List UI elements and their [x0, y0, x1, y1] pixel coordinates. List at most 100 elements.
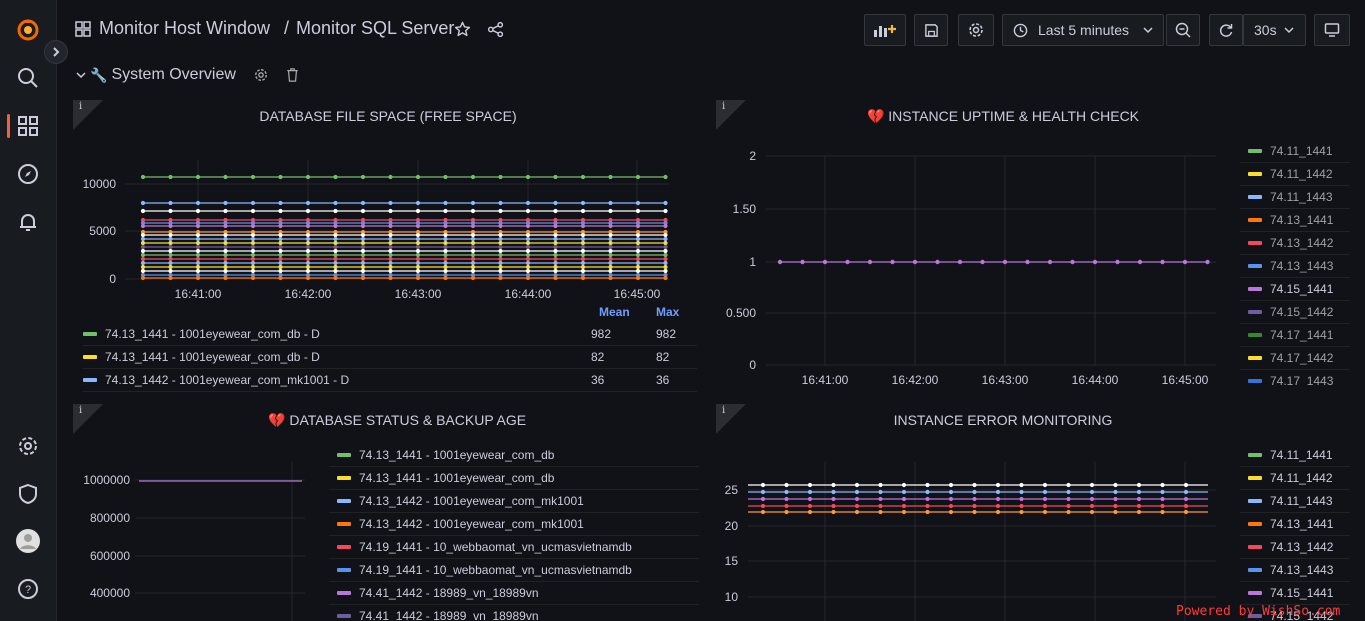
legend-item[interactable]: 74.13_1441 - 1001eyewear_com_db - D 82 82: [83, 346, 697, 369]
legend-swatch: [1248, 591, 1262, 595]
legend-header-mean[interactable]: Mean: [599, 305, 630, 319]
share-icon[interactable]: [487, 21, 504, 43]
series-point: [580, 244, 586, 250]
db-status-chart[interactable]: 1000000 800000 600000 400000: [73, 444, 323, 621]
legend-item[interactable]: 74.13_1441 - 1001eyewear_com_db: [329, 467, 699, 490]
legend-item[interactable]: 74.15_1442: [1240, 301, 1350, 324]
legend-item[interactable]: 74.13_1442 - 1001eyewear_com_mk1001: [329, 490, 699, 513]
legend-item[interactable]: 74.13_1442: [1240, 232, 1350, 255]
legend-item[interactable]: 74.11_1442: [1240, 467, 1350, 490]
sidebar-expand-button[interactable]: [44, 40, 68, 64]
series-point: [168, 275, 173, 281]
dashboard-settings-button[interactable]: [958, 14, 994, 46]
trash-icon[interactable]: [286, 68, 299, 82]
series-point: [470, 208, 476, 214]
alerting-bell-icon[interactable]: [15, 209, 41, 235]
legend-item[interactable]: 74.15_1441: [1240, 582, 1350, 605]
uptime-chart[interactable]: 2 1.50 1 0.500 0 16:41:00 16:42:00 16:43:00 16:4…: [716, 140, 1236, 395]
dashboards-icon[interactable]: [15, 113, 41, 139]
legend-item[interactable]: 74.15_1441: [1240, 278, 1350, 301]
tv-mode-button[interactable]: [1314, 14, 1350, 46]
series-point: [498, 248, 503, 254]
row-settings-gear-icon[interactable]: [254, 68, 268, 82]
series-point: [1066, 503, 1071, 509]
panel-title-box[interactable]: 💔 DATABASE STATUS & BACKUP AGE: [268, 412, 526, 429]
legend-item[interactable]: 74.11_1443: [1240, 490, 1350, 513]
row-header[interactable]: 🔧 System Overview: [76, 66, 299, 84]
legend-item[interactable]: 74.41_1442 - 18989_vn_18989vn: [329, 605, 699, 621]
errors-chart[interactable]: 25 20 15 10: [716, 444, 1236, 621]
refresh-button[interactable]: [1209, 14, 1243, 46]
series-point: [663, 252, 668, 258]
series-point: [333, 275, 338, 281]
series-point: [1113, 489, 1118, 495]
series-point: [388, 275, 393, 281]
series-point: [278, 275, 283, 281]
chevron-down-icon[interactable]: [76, 70, 86, 80]
legend-item[interactable]: 74.11_1443: [1240, 186, 1350, 209]
series-point: [580, 264, 586, 270]
series-point: [635, 174, 641, 180]
series-point: [1160, 489, 1165, 495]
legend-item[interactable]: 74.13_1441: [1240, 209, 1350, 232]
breadcrumb-dashboard[interactable]: Monitor SQL Server: [296, 18, 454, 39]
series-point: [305, 275, 311, 281]
user-avatar[interactable]: [15, 528, 41, 554]
errors-legend: 74.11_1441 74.11_1442 74.11_1443 74.13_1441…: [1240, 444, 1350, 621]
series-point: [1089, 509, 1095, 515]
star-icon[interactable]: [454, 21, 471, 43]
legend-mean: 82: [591, 350, 605, 364]
series-point: [1089, 503, 1095, 509]
series-point: [333, 244, 338, 250]
explore-compass-icon[interactable]: [15, 161, 41, 187]
series-point: [608, 208, 613, 214]
panel-title-wrap[interactable]: 💔 INSTANCE UPTIME & HEALTH CHECK: [716, 108, 1290, 125]
legend-item[interactable]: 74.13_1443: [1240, 255, 1350, 278]
series-point: [784, 509, 789, 515]
shield-icon[interactable]: [15, 481, 41, 507]
legend-item[interactable]: 74.17_1442: [1240, 347, 1350, 370]
series-point: [195, 208, 201, 214]
legend-item[interactable]: 74.13_1442 - 1001eyewear_com_mk1001: [329, 513, 699, 536]
legend-item[interactable]: 74.11_1442: [1240, 163, 1350, 186]
save-dashboard-button[interactable]: [914, 14, 948, 46]
legend-item[interactable]: 74.17_1441: [1240, 324, 1350, 347]
legend-item[interactable]: 74.19_1441 - 10_webbaomat_vn_ucmasvietna…: [329, 536, 699, 559]
search-icon[interactable]: [15, 65, 41, 91]
panel-title[interactable]: INSTANCE ERROR MONITORING: [716, 412, 1290, 428]
legend-item[interactable]: 74.13_1442: [1240, 536, 1350, 559]
add-panel-button[interactable]: [864, 14, 906, 46]
legend-item[interactable]: 74.13_1441 - 1001eyewear_com_db: [329, 444, 699, 467]
zoom-out-button[interactable]: [1166, 14, 1200, 46]
series-point: [635, 252, 641, 258]
legend-item[interactable]: 74.19_1441 - 10_webbaomat_vn_ucmasvietna…: [329, 559, 699, 582]
series-point: [901, 489, 907, 495]
settings-gear-icon[interactable]: [15, 433, 41, 459]
breadcrumb-folder[interactable]: Monitor Host Window: [99, 18, 270, 39]
legend-item[interactable]: 74.11_1441: [1240, 444, 1350, 467]
panel-title[interactable]: DATABASE FILE SPACE (FREE SPACE): [73, 108, 703, 124]
file-space-chart[interactable]: 10000 5000 0 16:41:00 16:42:00 16:43:00 16:44:…: [73, 140, 703, 315]
legend-item[interactable]: 74.13_1443: [1240, 559, 1350, 582]
legend-item[interactable]: 74.41_1442 - 18989_vn_18989vn: [329, 582, 699, 605]
series-point: [854, 509, 860, 515]
help-icon[interactable]: ?: [15, 576, 41, 602]
legend-item[interactable]: 74.13_1441 - 1001eyewear_com_db - D 982 98…: [83, 323, 697, 346]
refresh-interval-picker[interactable]: 30s: [1243, 14, 1306, 46]
series-point: [854, 503, 860, 509]
legend-swatch: [337, 568, 351, 572]
series-point: [635, 232, 641, 238]
legend-header-max[interactable]: Max: [656, 305, 679, 319]
legend-item[interactable]: 74.13_1442 - 1001eyewear_com_mk1001 - D 3…: [83, 369, 697, 392]
series-point: [223, 252, 228, 258]
legend-item[interactable]: 74.11_1441: [1240, 140, 1350, 163]
series-point: [415, 256, 421, 262]
panel-errors: i INSTANCE ERROR MONITORING 25 20 15 10 74.…: [716, 404, 1350, 621]
series-point: [443, 232, 448, 238]
grafana-logo-icon[interactable]: [15, 17, 41, 43]
legend-item[interactable]: 74.13_1441: [1240, 513, 1350, 536]
legend-label: 74.11_1441: [1270, 144, 1333, 158]
series-point: [498, 275, 503, 281]
legend-item[interactable]: 74.17_1443: [1240, 370, 1350, 386]
time-range-picker[interactable]: Last 5 minutes: [1002, 14, 1164, 46]
